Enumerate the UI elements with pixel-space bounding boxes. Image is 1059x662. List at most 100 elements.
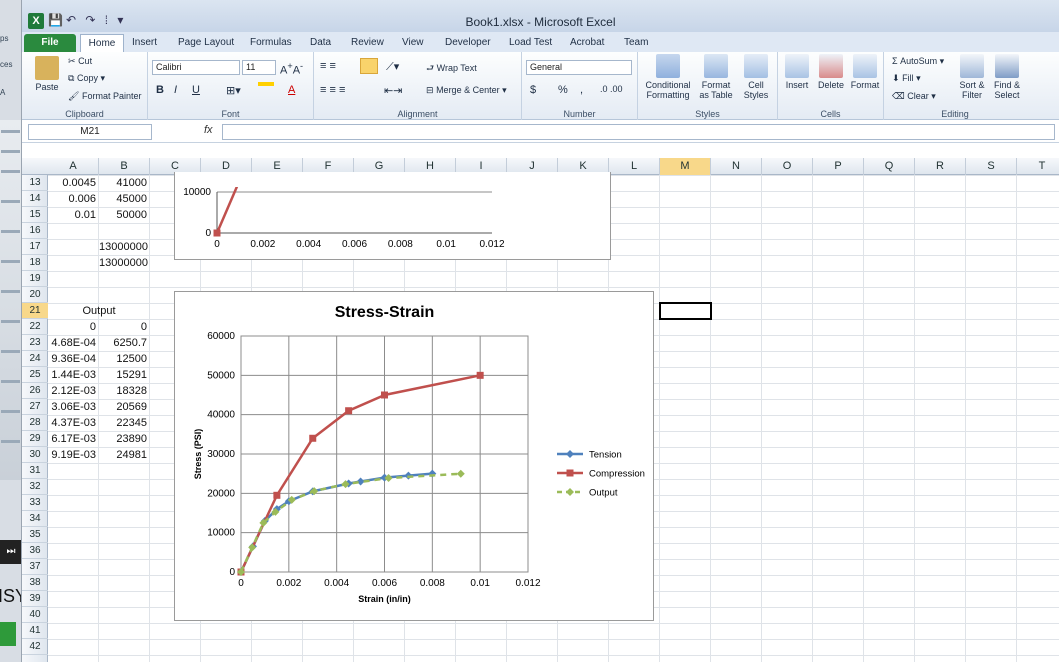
orientation-icon[interactable]: ⟋▾ [386,60,399,74]
format-cells-button[interactable]: Format [848,54,882,90]
copy-button[interactable]: ⧉ Copy ▾ [68,73,105,84]
tab-formulas[interactable]: Formulas [250,34,292,52]
cell-value[interactable]: 0 [48,319,96,335]
row-header-41[interactable]: 41 [22,623,48,639]
font-color-icon[interactable]: A [288,84,295,96]
cell-value[interactable]: 20569 [99,399,147,415]
font-name-select[interactable]: Calibri [152,60,240,75]
row-header-14[interactable]: 14 [22,191,48,207]
cell-value[interactable]: 15291 [99,367,147,383]
column-header-r[interactable]: R [915,158,966,175]
bold-button[interactable]: B [156,84,164,96]
insert-function-icon[interactable]: fx [204,124,213,136]
indent-icon[interactable]: ⇤⇥ [384,84,402,97]
cell-value[interactable]: 6.17E-03 [48,431,96,447]
find-select-button[interactable]: Find & Select [990,54,1024,100]
tab-data[interactable]: Data [310,34,331,52]
align-top-icon[interactable]: ≡ ≡ [320,60,336,72]
row-header-13[interactable]: 13 [22,175,48,191]
format-as-table-button[interactable]: Format as Table [696,54,736,100]
align-bottom-icon[interactable] [360,58,378,74]
row-header-24[interactable]: 24 [22,351,48,367]
clear-button[interactable]: ⌫ Clear ▾ [892,91,936,102]
column-header-a[interactable]: A [48,158,99,175]
delete-cells-button[interactable]: Delete [814,54,848,90]
cell-value[interactable]: 45000 [99,191,147,207]
row-header-36[interactable]: 36 [22,543,48,559]
row-header-42[interactable]: 42 [22,639,48,655]
column-header-t[interactable]: T [1017,158,1059,175]
conditional-formatting-button[interactable]: Conditional Formatting [640,54,696,100]
row-header-31[interactable]: 31 [22,463,48,479]
wrap-text-button[interactable]: ⮐ Wrap Text [426,61,477,77]
tab-home[interactable]: Home [80,34,124,52]
grow-font-icon[interactable]: A+A- [280,61,303,77]
column-header-b[interactable]: B [99,158,150,175]
row-header-25[interactable]: 25 [22,367,48,383]
tab-load-test[interactable]: Load Test [509,34,552,52]
chart-small[interactable]: 0 10000 0 0.002 0.004 0.006 0.008 0.01 0.012 [174,172,611,260]
cell-value[interactable]: 0 [99,319,147,335]
column-header-o[interactable]: O [762,158,813,175]
cell-value[interactable]: 13000000 [99,255,148,271]
comma-button[interactable]: , [580,84,583,96]
row-header-16[interactable]: 16 [22,223,48,239]
sort-filter-button[interactable]: Sort & Filter [956,54,988,100]
row-header-40[interactable]: 40 [22,607,48,623]
column-header-s[interactable]: S [966,158,1017,175]
underline-button[interactable]: U [192,84,200,96]
decimal-icon[interactable]: .0 .00 [600,84,623,94]
row-header-15[interactable]: 15 [22,207,48,223]
row-header-38[interactable]: 38 [22,575,48,591]
cell-value[interactable]: 0.01 [48,207,96,223]
merge-center-button[interactable]: ⊟ Merge & Center ▾ [426,85,507,96]
cell-value[interactable]: 6250.7 [99,335,147,351]
row-header-23[interactable]: 23 [22,335,48,351]
cell-value[interactable]: 4.37E-03 [48,415,96,431]
fill-color-icon[interactable] [258,82,274,86]
italic-button[interactable]: I [174,84,177,96]
cell-value[interactable]: 18328 [99,383,147,399]
cell-value[interactable]: 12500 [99,351,147,367]
formula-input[interactable] [222,124,1055,140]
row-header-37[interactable]: 37 [22,559,48,575]
name-box[interactable]: M21 [28,124,152,140]
cell-value[interactable]: 50000 [99,207,147,223]
row-header-26[interactable]: 26 [22,383,48,399]
row-header-28[interactable]: 28 [22,415,48,431]
number-format-select[interactable]: General [526,60,632,75]
font-size-select[interactable]: 11 [242,60,276,75]
currency-button[interactable]: $ [530,84,536,96]
tab-acrobat[interactable]: Acrobat [570,34,604,52]
tab-team[interactable]: Team [624,34,648,52]
cell-value[interactable]: 0.0045 [48,175,96,191]
borders-icon[interactable]: ⊞▾ [226,84,241,97]
fill-button[interactable]: ⬇ Fill ▾ [892,73,921,84]
row-header-34[interactable]: 34 [22,511,48,527]
column-header-p[interactable]: P [813,158,864,175]
cell-value[interactable]: 22345 [99,415,147,431]
cell-value[interactable]: 9.36E-04 [48,351,96,367]
row-header-35[interactable]: 35 [22,527,48,543]
cell-value[interactable]: 41000 [99,175,147,191]
cell-value[interactable]: 13000000 [99,239,148,255]
column-header-q[interactable]: Q [864,158,915,175]
cell-value[interactable]: 4.68E-04 [48,335,96,351]
paste-button[interactable]: Paste [32,56,62,92]
tab-file[interactable]: File [24,34,76,52]
align-left-icon[interactable]: ≡ ≡ ≡ [320,84,345,96]
row-header-27[interactable]: 27 [22,399,48,415]
tab-view[interactable]: View [402,34,424,52]
row-header-30[interactable]: 30 [22,447,48,463]
cell-value[interactable]: 2.12E-03 [48,383,96,399]
row-header-21[interactable]: 21 [22,303,48,319]
row-header-19[interactable]: 19 [22,271,48,287]
active-cell-outline[interactable] [659,302,712,320]
cell-value[interactable]: 9.19E-03 [48,447,96,463]
row-header-17[interactable]: 17 [22,239,48,255]
row-header-33[interactable]: 33 [22,495,48,511]
cut-button[interactable]: ✂ Cut [68,56,92,67]
cell-value[interactable]: 23890 [99,431,147,447]
chart-stress-strain[interactable]: 0 10000 20000 30000 40000 50000 60000 0 0.002 0.0… [174,291,654,621]
cell-styles-button[interactable]: Cell Styles [736,54,776,100]
